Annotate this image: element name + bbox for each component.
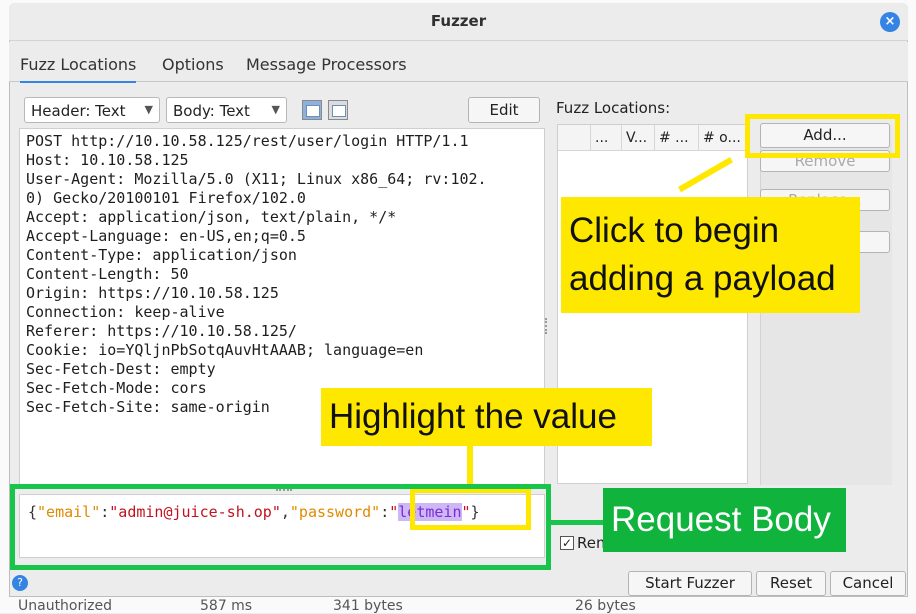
body-select-value: Body: Text	[173, 102, 250, 120]
header-line: POST http://10.10.58.125/rest/user/login…	[26, 132, 469, 150]
header-view-select[interactable]: Header: Text ▼	[24, 97, 160, 123]
header-line: User-Agent: Mozilla/5.0 (X11; Linux x86_…	[26, 170, 487, 188]
header-select-value: Header: Text	[31, 102, 126, 120]
add-callout-line1: Click to begin	[569, 211, 780, 250]
tab-message-processors[interactable]: Message Processors	[246, 55, 407, 74]
tab-bar: Fuzz Locations Options Message Processor…	[9, 42, 908, 83]
bg-status: Unauthorized	[18, 598, 112, 614]
header-line: Content-Length: 50	[26, 265, 189, 283]
header-line: Sec-Fetch-Dest: empty	[26, 360, 216, 378]
body-callout: Request Body	[603, 488, 846, 552]
header-line: Host: 10.10.58.125	[26, 151, 189, 169]
window-title: Fuzzer	[430, 12, 487, 30]
help-icon[interactable]: ?	[12, 575, 28, 591]
add-callout: Click to begin adding a payload	[561, 197, 860, 313]
column-header-3[interactable]: # ...	[655, 125, 699, 151]
body-callout-connector	[547, 520, 603, 525]
header-line: 0) Gecko/20100101 Firefox/102.0	[26, 189, 306, 207]
add-callout-line2: adding a payload	[569, 259, 836, 298]
split-horizontal-icon[interactable]	[328, 100, 348, 120]
titlebar: Fuzzer	[9, 3, 908, 41]
header-line: Referer: https://10.10.58.125/	[26, 322, 297, 340]
add-button-highlight-frame	[745, 114, 900, 158]
header-line: Accept: application/json, text/plain, */…	[26, 208, 397, 226]
split-vertical-icon[interactable]	[302, 100, 322, 120]
header-line: Content-Type: application/json	[26, 246, 297, 264]
column-header-blank[interactable]	[558, 125, 591, 151]
reset-button[interactable]: Reset	[756, 571, 826, 596]
column-header-4[interactable]: # o...	[699, 125, 749, 151]
cancel-button[interactable]: Cancel	[830, 571, 906, 596]
start-fuzzer-button[interactable]: Start Fuzzer	[628, 571, 752, 596]
edit-button[interactable]: Edit	[468, 97, 540, 123]
header-line: Accept-Language: en-US,en;q=0.5	[26, 227, 306, 245]
chevron-down-icon: ▼	[271, 103, 280, 116]
column-header-1[interactable]: ...	[591, 125, 622, 151]
fuzz-locations-label: Fuzz Locations:	[556, 99, 671, 117]
column-header-2[interactable]: V...	[622, 125, 655, 151]
bg-size2: 26 bytes	[575, 598, 636, 614]
body-view-select[interactable]: Body: Text ▼	[166, 97, 287, 123]
highlight-callout: Highlight the value	[321, 388, 652, 446]
header-line: Origin: https://10.10.58.125	[26, 284, 279, 302]
remove-checkbox[interactable]: ✓	[560, 536, 574, 550]
close-icon[interactable]: ×	[880, 12, 900, 32]
request-header-text: POST http://10.10.58.125/rest/user/login…	[26, 132, 487, 417]
bg-time: 587 ms	[200, 598, 253, 614]
background-row: Unauthorized 587 ms 341 bytes 26 bytes	[0, 596, 916, 614]
header-line: Cookie: io=YQljnPbSotqAuvHtAAAB; languag…	[26, 341, 424, 359]
chevron-down-icon: ▼	[144, 103, 153, 116]
body-highlight-frame	[10, 484, 551, 570]
splitter-handle[interactable]	[545, 318, 549, 334]
tab-options[interactable]: Options	[162, 55, 224, 74]
tab-fuzz-locations[interactable]: Fuzz Locations	[20, 55, 137, 83]
bg-size: 341 bytes	[333, 598, 403, 614]
header-line: Connection: keep-alive	[26, 303, 225, 321]
